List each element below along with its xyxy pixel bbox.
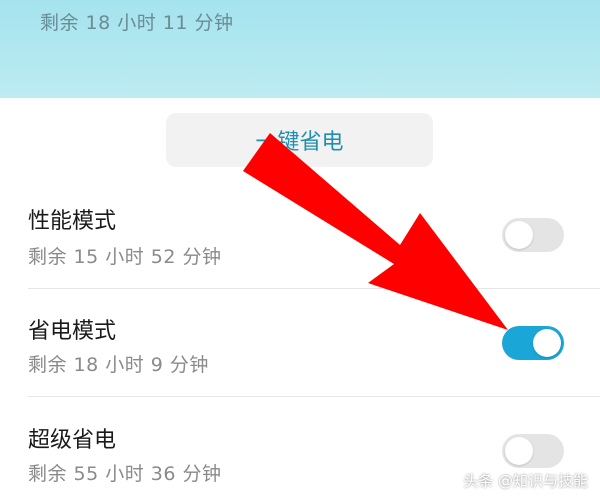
watermark: 头条 @知识与技能 [463,472,588,490]
performance-mode-remaining: 剩余 15 小时 52 分钟 [28,246,222,268]
battery-header: 剩余 18 小时 11 分钟 [0,0,600,98]
header-remaining-time: 剩余 18 小时 11 分钟 [40,12,234,34]
power-save-mode-remaining: 剩余 18 小时 9 分钟 [28,354,209,376]
super-power-save-toggle[interactable] [502,434,564,468]
super-power-save-remaining: 剩余 55 小时 36 分钟 [28,463,222,485]
performance-mode-title: 性能模式 [28,209,117,234]
toggle-knob [505,437,533,465]
power-save-mode-toggle[interactable] [502,326,564,360]
power-save-mode-title: 省电模式 [28,319,117,344]
divider [28,396,600,397]
divider [28,288,600,289]
super-power-save-title: 超级省电 [28,428,117,453]
toggle-knob [505,221,533,249]
performance-mode-toggle[interactable] [502,218,564,252]
one-key-power-save-button[interactable]: 一键省电 [166,113,433,167]
toggle-knob [533,329,561,357]
